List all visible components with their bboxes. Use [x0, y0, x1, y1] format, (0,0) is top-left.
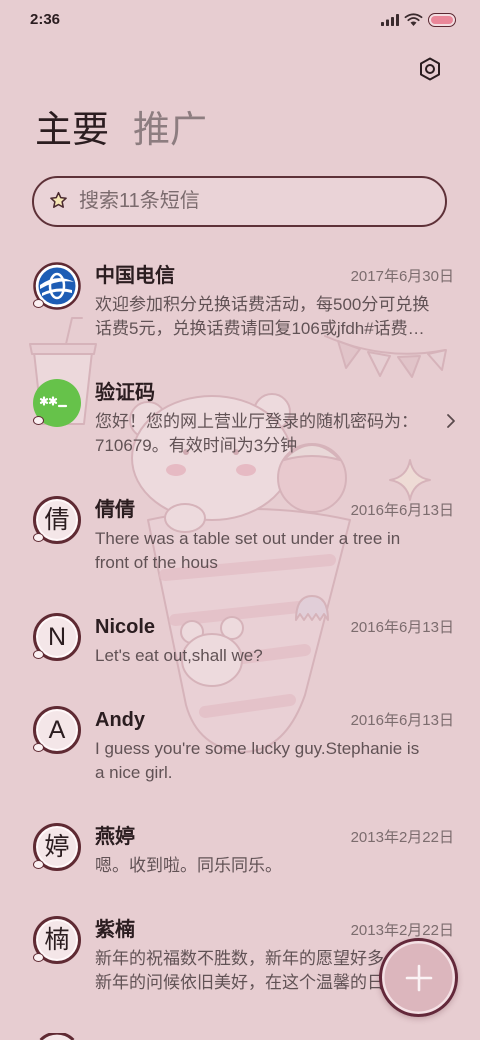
contact-name: Nicole	[95, 616, 156, 638]
avatar-badge	[33, 860, 44, 869]
search-input[interactable]	[79, 178, 429, 224]
status-time: 2:36	[30, 11, 61, 28]
contact-name: 验证码	[95, 382, 155, 404]
conversation-item[interactable]: A Andy 2016年6月13日 I guess you're some lu…	[0, 686, 480, 803]
conversation-item[interactable]: 验证码 您好！您的网上营业厅登录的随机密码为： 710679。有效时间为3分钟	[0, 359, 480, 476]
plus-icon	[405, 964, 432, 991]
message-date: 2016年6月13日	[350, 502, 454, 519]
contact-name: 中国电信	[95, 265, 175, 287]
search-bar[interactable]	[32, 176, 447, 227]
message-preview: front of the hous	[95, 553, 218, 572]
avatar-badge	[33, 299, 44, 308]
star-icon	[50, 191, 67, 208]
chevron-right-icon[interactable]	[446, 413, 456, 429]
contact-name: 燕婷	[95, 826, 135, 848]
avatar[interactable]	[33, 262, 81, 310]
name-row: 燕婷 2013年2月22日	[95, 821, 454, 854]
conversation-item[interactable]: N Nicole 2016年6月13日 Let's eat out,shall …	[0, 593, 480, 686]
conversation-item[interactable]: 婷 燕婷 2013年2月22日 嗯。收到啦。同乐同乐。	[0, 803, 480, 896]
message-date: 2016年6月13日	[350, 619, 454, 636]
message-date: 2017年6月30日	[350, 268, 454, 285]
avatar[interactable]	[33, 379, 81, 427]
contact-name: 倩倩	[95, 499, 135, 521]
avatar-badge	[33, 416, 44, 425]
name-row: Nicole 2016年6月13日	[95, 611, 454, 644]
battery-fill	[431, 16, 453, 24]
compose-button[interactable]	[379, 938, 458, 1017]
message-preview: 欢迎参加积分兑换话费活动，每500分可兑换	[95, 295, 430, 314]
message-preview: 嗯。收到啦。同乐同乐。	[95, 856, 282, 875]
contact-name: Andy	[95, 709, 145, 731]
battery-icon	[428, 13, 456, 27]
signal-icon	[381, 14, 399, 26]
message-preview: There was a table set out under a tree i…	[95, 529, 401, 548]
message-preview: 710679。有效时间为3分钟	[95, 436, 298, 455]
avatar[interactable]: 婷	[33, 823, 81, 871]
message-preview: I guess you're some lucky guy.Stephanie …	[95, 739, 420, 758]
avatar[interactable]: 倩	[33, 496, 81, 544]
avatar-badge	[33, 650, 44, 659]
message-date: 2016年6月13日	[350, 712, 454, 729]
conversation-list: 中国电信 2017年6月30日 欢迎参加积分兑换话费活动，每500分可兑换 话费…	[0, 242, 480, 1013]
avatar[interactable]: A	[33, 706, 81, 754]
message-preview: a nice girl.	[95, 763, 173, 782]
avatar-badge	[33, 533, 44, 542]
message-preview: Let's eat out,shall we?	[95, 646, 263, 665]
status-bar: 2:36	[0, 0, 480, 40]
name-row: 倩倩 2016年6月13日	[95, 494, 454, 527]
message-preview: 话费5元，兑换话费请回复106或jfdh#话费…	[95, 319, 425, 338]
tab-main[interactable]: 主要	[35, 110, 109, 150]
avatar-badge	[33, 953, 44, 962]
name-row: 验证码	[95, 377, 454, 410]
wifi-icon	[404, 13, 423, 26]
avatar[interactable]: N	[33, 613, 81, 661]
conversation-item[interactable]: 倩 倩倩 2016年6月13日 There was a table set ou…	[0, 476, 480, 593]
settings-icon[interactable]	[417, 56, 443, 82]
conversation-item[interactable]: 中国电信 2017年6月30日 欢迎参加积分兑换话费活动，每500分可兑换 话费…	[0, 242, 480, 359]
avatar[interactable]	[33, 1033, 81, 1040]
message-date: 2013年2月22日	[350, 829, 454, 846]
name-row: Andy 2016年6月13日	[95, 704, 454, 737]
message-preview: 您好！您的网上营业厅登录的随机密码为：	[95, 412, 418, 431]
avatar-badge	[33, 743, 44, 752]
contact-name: 紫楠	[95, 919, 135, 941]
tab-promotions[interactable]: 推广	[133, 110, 207, 150]
name-row: 中国电信 2017年6月30日	[95, 260, 454, 293]
avatar[interactable]: 楠	[33, 916, 81, 964]
